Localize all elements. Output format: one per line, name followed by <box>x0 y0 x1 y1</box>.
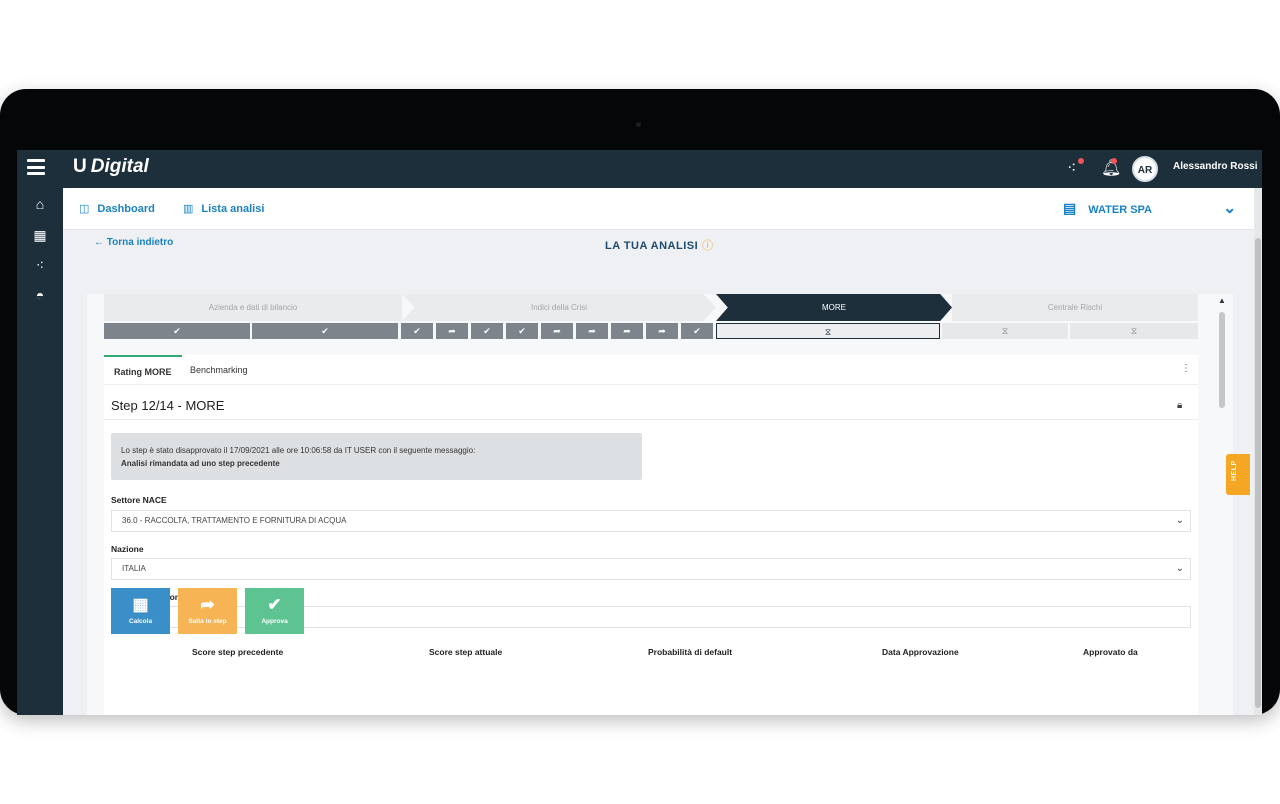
nazione-value: ITALIA <box>122 564 146 573</box>
step-card: Rating MORE Benchmarking ⋮ Step 12/14 - … <box>104 355 1198 715</box>
substep-check[interactable]: ✔ <box>104 323 250 339</box>
col-score-attuale: Score step attuale <box>429 647 503 657</box>
phase-indici[interactable]: Indici della Crisi <box>402 294 716 321</box>
message-reason: Analisi rimandata ad uno step precedente <box>121 459 280 468</box>
check-icon: ✔ <box>267 595 282 614</box>
tab-rating-more[interactable]: Rating MORE <box>104 355 182 385</box>
page-title-text: LA TUA ANALISI <box>605 240 699 252</box>
lock-icon: 🔒︎ <box>1177 400 1183 411</box>
substep-check[interactable]: ✔ <box>252 323 398 339</box>
tab-bar: Rating MORE Benchmarking ⋮ <box>104 355 1198 385</box>
chart-icon: ▥ <box>183 203 194 215</box>
scroll-up-icon[interactable]: ▲ <box>1218 296 1226 305</box>
bell-notification-dot <box>1111 158 1117 164</box>
sidebar: ⌂ ▦ ⁖ ◓ <box>17 188 63 715</box>
panel-scrollbar-thumb[interactable] <box>1219 312 1225 408</box>
nav-lista-analisi-label: Lista analisi <box>201 203 265 215</box>
disapproval-message: Lo step è stato disapprovato il 17/09/20… <box>111 433 642 480</box>
user-name[interactable]: Alessandro Rossi <box>1173 161 1257 172</box>
nav-lista-analisi[interactable]: ▥ Lista analisi <box>183 202 264 215</box>
substep-pending[interactable]: ⧖ <box>1070 323 1198 339</box>
page-scrollbar-thumb[interactable] <box>1255 238 1261 708</box>
step-title: Step 12/14 - MORE <box>111 398 225 413</box>
substep-current[interactable]: ⧖ <box>716 323 940 339</box>
col-score-precedente: Score step precedente <box>192 647 284 657</box>
panel-scrollbar[interactable]: ▲ <box>1217 294 1227 715</box>
nazione-select[interactable]: ITALIA ⌄ <box>111 558 1191 580</box>
tab-benchmarking[interactable]: Benchmarking <box>180 355 258 385</box>
dashboard-icon: ◫ <box>79 203 90 215</box>
substep-pending[interactable]: ⧖ <box>942 323 1068 339</box>
network-icon[interactable]: ⁖ <box>1067 158 1076 178</box>
substep-check[interactable]: ✔ <box>506 323 538 339</box>
substep-skip[interactable]: ➦ <box>541 323 573 339</box>
substep-check[interactable]: ✔ <box>471 323 503 339</box>
skip-arrow-icon: ➦ <box>200 595 215 614</box>
device-frame: U Digital ⁖ 🔔︎ AR Alessandro Rossi ⌂ ▦ ⁖ … <box>0 89 1280 715</box>
salta-step-button[interactable]: ➦ Salta lo step <box>178 588 237 634</box>
company-building-icon: ▤ <box>1063 200 1077 216</box>
chevron-down-icon[interactable]: ⌄ <box>1223 198 1236 218</box>
home-icon[interactable]: ⌂ <box>17 196 63 212</box>
calcola-label: Calcola <box>128 618 153 625</box>
phase-centrale-rischi[interactable]: Centrale Rischi <box>952 294 1198 321</box>
app-screen: U Digital ⁖ 🔔︎ AR Alessandro Rossi ⌂ ▦ ⁖ … <box>17 150 1262 715</box>
calcola-button[interactable]: ▦ Calcola <box>111 588 170 634</box>
top-bar: U Digital ⁖ 🔔︎ AR Alessandro Rossi <box>17 150 1262 188</box>
phase-more[interactable]: MORE <box>716 294 952 321</box>
settore-nace-value: 36.0 - RACCOLTA, TRATTAMENTO E FORNITURA… <box>122 516 347 525</box>
substep-skip[interactable]: ➦ <box>611 323 643 339</box>
hamburger-menu-icon[interactable] <box>27 159 45 175</box>
chevron-down-icon: ⌄ <box>1175 563 1184 574</box>
page-title: LA TUA ANALISI ⓘ <box>605 237 714 253</box>
camera-dot <box>636 122 641 127</box>
approva-button[interactable]: ✔ Approva <box>245 588 304 634</box>
chevron-down-icon: ⌄ <box>1175 515 1184 526</box>
col-data-approvazione: Data Approvazione <box>882 647 959 657</box>
network-notification-dot <box>1078 158 1084 164</box>
nazione-label: Nazione <box>111 544 144 554</box>
settore-nace-label: Settore NACE <box>111 495 167 505</box>
substep-skip[interactable]: ➦ <box>646 323 678 339</box>
help-button[interactable]: HELP <box>1226 454 1250 495</box>
substep-skip[interactable]: ➦ <box>576 323 608 339</box>
nav-dashboard-label: Dashboard <box>97 203 155 215</box>
message-line: Lo step è stato disapprovato il 17/09/20… <box>121 446 476 455</box>
divider <box>104 419 1198 420</box>
help-label: HELP <box>1231 460 1238 481</box>
page-scrollbar[interactable] <box>1254 188 1262 715</box>
logo-mark: U <box>73 156 87 177</box>
more-options-icon[interactable]: ⋮ <box>1181 363 1191 374</box>
salta-step-label: Salta lo step <box>188 618 227 625</box>
substep-check[interactable]: ✔ <box>681 323 713 339</box>
substep-skip[interactable]: ➦ <box>436 323 468 339</box>
building-icon[interactable]: ▦ <box>17 227 63 244</box>
calculator-icon: ▦ <box>132 595 149 614</box>
app-logo[interactable]: U Digital <box>73 156 149 178</box>
company-name: WATER SPA <box>1088 204 1152 216</box>
back-link[interactable]: ← Torna indietro <box>94 237 173 248</box>
user-avatar[interactable]: AR <box>1132 156 1158 182</box>
logo-text: Digital <box>90 156 149 177</box>
settore-nace-select[interactable]: 36.0 - RACCOLTA, TRATTAMENTO E FORNITURA… <box>111 510 1191 532</box>
gauge-icon[interactable]: ◓ <box>17 287 63 303</box>
progress-stepper: Azienda e dati di bilancio Indici della … <box>104 294 1198 340</box>
col-probabilita-default: Probabilità di default <box>648 647 733 657</box>
nav-dashboard[interactable]: ◫ Dashboard <box>79 202 155 215</box>
info-icon[interactable]: ⓘ <box>702 240 714 252</box>
phase-azienda[interactable]: Azienda e dati di bilancio <box>104 294 402 321</box>
company-selector[interactable]: ▤ WATER SPA <box>1063 200 1152 217</box>
substep-check[interactable]: ✔ <box>401 323 433 339</box>
nav-bar: ◫ Dashboard ▥ Lista analisi ▤ WATER SPA ⌄ <box>63 188 1254 230</box>
network-icon[interactable]: ⁖ <box>17 257 63 274</box>
col-approvato-da: Approvato da <box>1083 647 1138 657</box>
approva-label: Approva <box>261 618 288 625</box>
